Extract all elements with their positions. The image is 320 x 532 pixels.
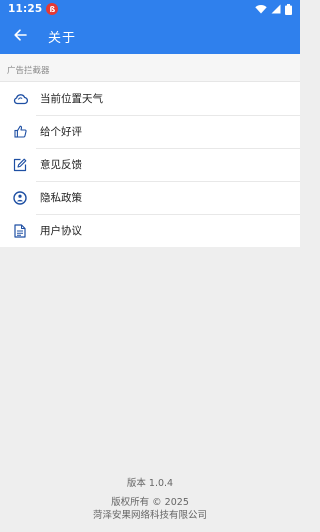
menu-list: 当前位置天气 给个好评 意见反馈 隐私政策 用户协议 [0,82,300,247]
menu-item-label: 给个好评 [40,126,82,138]
status-bar-left: 11:25 ß [8,3,59,15]
menu-item-label: 意见反馈 [40,159,82,171]
status-bar: 11:25 ß [0,0,300,18]
notification-badge-icon: ß [46,3,59,15]
menu-item-privacy[interactable]: 隐私政策 [0,181,300,214]
menu-item-weather[interactable]: 当前位置天气 [0,82,300,115]
section-header: 广告拦截器 [0,54,300,82]
weather-icon [12,91,28,107]
company-name: 菏泽安果网络科技有限公司 [92,510,207,521]
document-icon [12,223,28,239]
copyright-text: 版权所有 © 2025 [111,497,189,508]
back-button[interactable] [2,18,38,54]
menu-item-label: 用户协议 [40,225,82,237]
status-bar-right [255,3,292,15]
back-arrow-icon [13,27,27,46]
edit-icon [12,157,28,173]
page-title: 关于 [48,30,77,46]
status-time: 11:25 [8,3,43,15]
about-screen: 11:25 ß 关于 广告拦截器 当前位置天气 给个好评 意见反馈 隐私政策 用… [0,0,300,532]
menu-item-label: 当前位置天气 [40,93,103,105]
wifi-icon [255,4,267,14]
app-bar: 关于 [0,18,300,54]
battery-icon [285,3,292,15]
signal-icon [271,4,281,14]
app-version: 版本 1.0.4 [126,478,174,489]
thumbs-up-icon [12,124,28,140]
menu-item-label: 隐私政策 [40,192,82,204]
menu-item-feedback[interactable]: 意见反馈 [0,148,300,181]
menu-item-rate[interactable]: 给个好评 [0,115,300,148]
menu-item-user-agreement[interactable]: 用户协议 [0,214,300,247]
privacy-icon [12,190,28,206]
